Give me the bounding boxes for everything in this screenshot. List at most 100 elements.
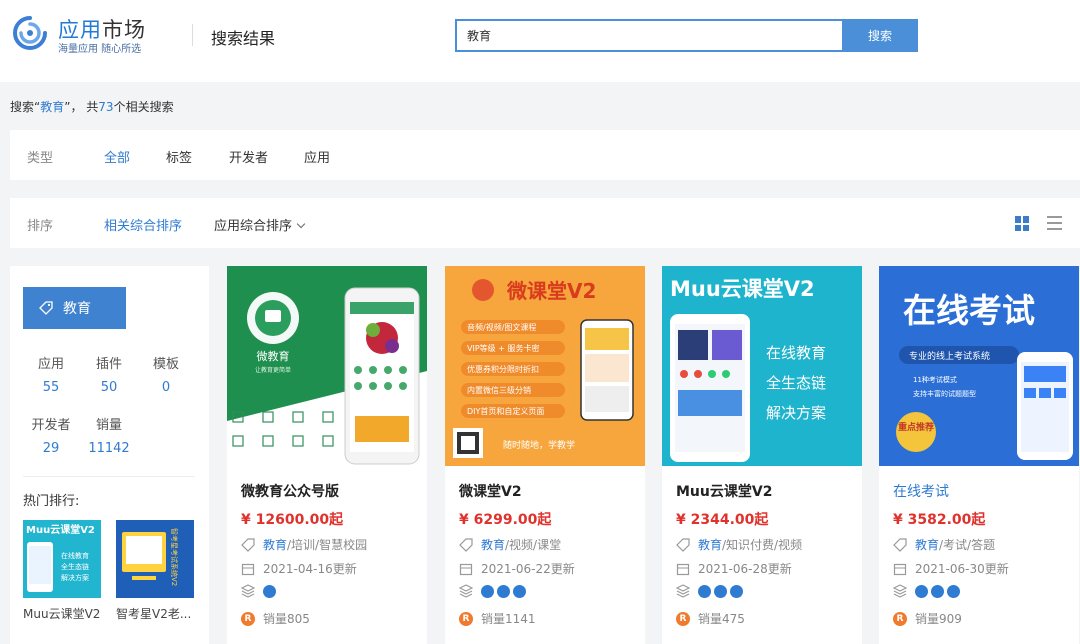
hot-item-name[interactable]: Muu云课堂V2 [23,605,107,622]
tag-icon [39,301,53,315]
svg-text:DIY首页和自定义页面: DIY首页和自定义页面 [467,406,544,416]
sales-badge-icon: R [676,611,690,626]
tag-icon [459,537,473,552]
tag-link-education[interactable]: 教育 [263,536,287,553]
stat-plugins[interactable]: 插件 50 [81,353,137,395]
svg-text:在线教育: 在线教育 [766,344,826,362]
wechat-icon [481,584,494,598]
calendar-icon [459,563,473,575]
app-card[interactable]: 微教育 让教育更简单 微教育公众号版 ¥ 12600.00起 教育/培训/智慧校… [227,266,427,644]
sales-badge-icon: R [241,611,255,626]
svg-text:随时随地，学教学: 随时随地，学教学 [503,439,575,451]
filter-all[interactable]: 全部 [104,147,130,166]
app-thumbnail[interactable]: 微教育 让教育更简单 [227,266,427,466]
hot-item-thumbnail[interactable]: 智考星考试系统V2 [116,520,194,598]
calendar-icon [893,563,907,575]
svg-text:支持丰富的试题题型: 支持丰富的试题题型 [913,389,976,398]
wechat-icon [698,584,711,598]
sort-label: 排序 [27,219,54,234]
mini-program-icon [497,584,510,598]
hot-item-name[interactable]: 智考星V2老... [116,605,200,622]
filter-app[interactable]: 应用 [304,147,330,166]
tag-link-education[interactable]: 教育 [915,536,939,553]
mini-program-icon [931,584,944,598]
filter-tag[interactable]: 标签 [166,147,192,166]
svg-text:重点推荐: 重点推荐 [898,421,934,433]
app-card[interactable]: 微课堂V2 音频/视频/图文课程 VIP等级 + 服务卡密 优惠券积分限时折扣 … [445,266,645,644]
svg-text:内置微信三级分销: 内置微信三级分销 [467,385,531,395]
app-name[interactable]: Muu云课堂V2 [676,481,772,501]
app-price: ¥ 12600.00起 [241,512,344,528]
stat-apps[interactable]: 应用 55 [23,353,79,395]
hot-item-thumbnail[interactable]: Muu云课堂V2 在线教育 全生态链 解决方案 [23,520,101,598]
app-thumbnail[interactable]: Muu云课堂V2 在线教育 全生态链 解决方案 [662,266,862,466]
sort-app-composite[interactable]: 应用综合排序 [214,215,306,234]
svg-text:解决方案: 解决方案 [766,404,826,422]
tag-link-education[interactable]: 教育 [698,536,722,553]
app-tags: 教育/培训/智慧校园 [241,536,367,553]
app-market-logo-icon[interactable] [12,15,48,51]
app-name[interactable]: 微教育公众号版 [241,481,339,501]
pc-icon [947,584,960,598]
app-card[interactable]: Muu云课堂V2 在线教育 全生态链 解决方案 Muu云课堂V2 ¥ 2344.… [662,266,862,644]
pc-icon [513,584,526,598]
stat-templates[interactable]: 模板 0 [138,353,194,395]
app-tags: 教育/视频/课堂 [459,536,561,553]
app-thumbnail[interactable]: 微课堂V2 音频/视频/图文课程 VIP等级 + 服务卡密 优惠券积分限时折扣 … [445,266,645,466]
header-divider [192,24,193,46]
calendar-icon [676,563,690,575]
app-platforms [676,584,746,598]
layers-icon [459,584,473,598]
tag-icon [893,537,907,552]
svg-text:优惠券积分限时折扣: 优惠券积分限时折扣 [467,364,539,374]
svg-text:智考星考试系统V2: 智考星考试系统V2 [170,528,179,586]
app-tags: 教育/考试/答题 [893,536,995,553]
page-title: 搜索结果 [211,29,276,48]
app-platforms [459,584,529,598]
logo-subtitle: 海量应用 随心所选 [58,44,142,55]
svg-text:VIP等级 + 服务卡密: VIP等级 + 服务卡密 [467,343,539,353]
tag-button-label: 教育 [63,301,91,317]
svg-text:Muu云课堂V2: Muu云课堂V2 [26,523,95,536]
svg-text:让教育更简单: 让教育更简单 [255,366,291,374]
svg-text:全生态链: 全生态链 [766,374,826,392]
svg-text:专业的线上考试系统: 专业的线上考试系统 [909,350,990,362]
type-filter-bar: 类型 全部 标签 开发者 应用 [10,130,1080,180]
svg-text:全生态链: 全生态链 [61,562,89,571]
app-platforms [893,584,963,598]
svg-text:微课堂V2: 微课堂V2 [506,279,596,303]
svg-text:Muu云课堂V2: Muu云课堂V2 [670,277,815,301]
pc-icon [730,584,743,598]
sales-badge-icon: R [459,611,473,626]
layers-icon [676,584,690,598]
app-card[interactable]: 在线考试 专业的线上考试系统 11种考试模式 支持丰富的试题题型 重点推荐 在线… [879,266,1079,644]
app-thumbnail[interactable]: 在线考试 专业的线上考试系统 11种考试模式 支持丰富的试题题型 重点推荐 [879,266,1079,466]
app-price: ¥ 2344.00起 [676,512,769,528]
app-sales: R 销量475 [676,610,745,627]
app-thumb-graphic: 微教育 让教育更简单 [227,266,427,466]
app-platforms [241,584,279,598]
list-view-icon[interactable] [1047,216,1062,230]
app-price: ¥ 3582.00起 [893,512,986,528]
wechat-icon [915,584,928,598]
hot-thumb-graphic: Muu云课堂V2 在线教育 全生态链 解决方案 [23,520,101,598]
app-sales: R 销量1141 [459,610,536,627]
layers-icon [893,584,907,598]
grid-view-icon[interactable] [1015,216,1030,231]
hot-thumb-graphic: 智考星考试系统V2 [116,520,194,598]
filter-developer[interactable]: 开发者 [229,147,268,166]
chevron-down-icon [296,219,306,229]
search-input[interactable] [455,19,842,52]
sort-bar: 排序 相关综合排序 应用综合排序 [10,198,1080,248]
tag-button-education[interactable]: 教育 [23,287,126,329]
app-tags: 教育/知识付费/视频 [676,536,802,553]
app-name[interactable]: 在线考试 [893,481,949,501]
search-button[interactable]: 搜索 [842,19,918,52]
stat-developers[interactable]: 开发者 29 [23,414,79,456]
wechat-icon [263,584,276,598]
svg-text:11种考试模式: 11种考试模式 [913,375,957,384]
sort-relevance[interactable]: 相关综合排序 [104,215,182,234]
app-name[interactable]: 微课堂V2 [459,481,522,501]
app-updated-date: 2021-06-30更新 [893,560,1009,577]
tag-link-education[interactable]: 教育 [481,536,505,553]
